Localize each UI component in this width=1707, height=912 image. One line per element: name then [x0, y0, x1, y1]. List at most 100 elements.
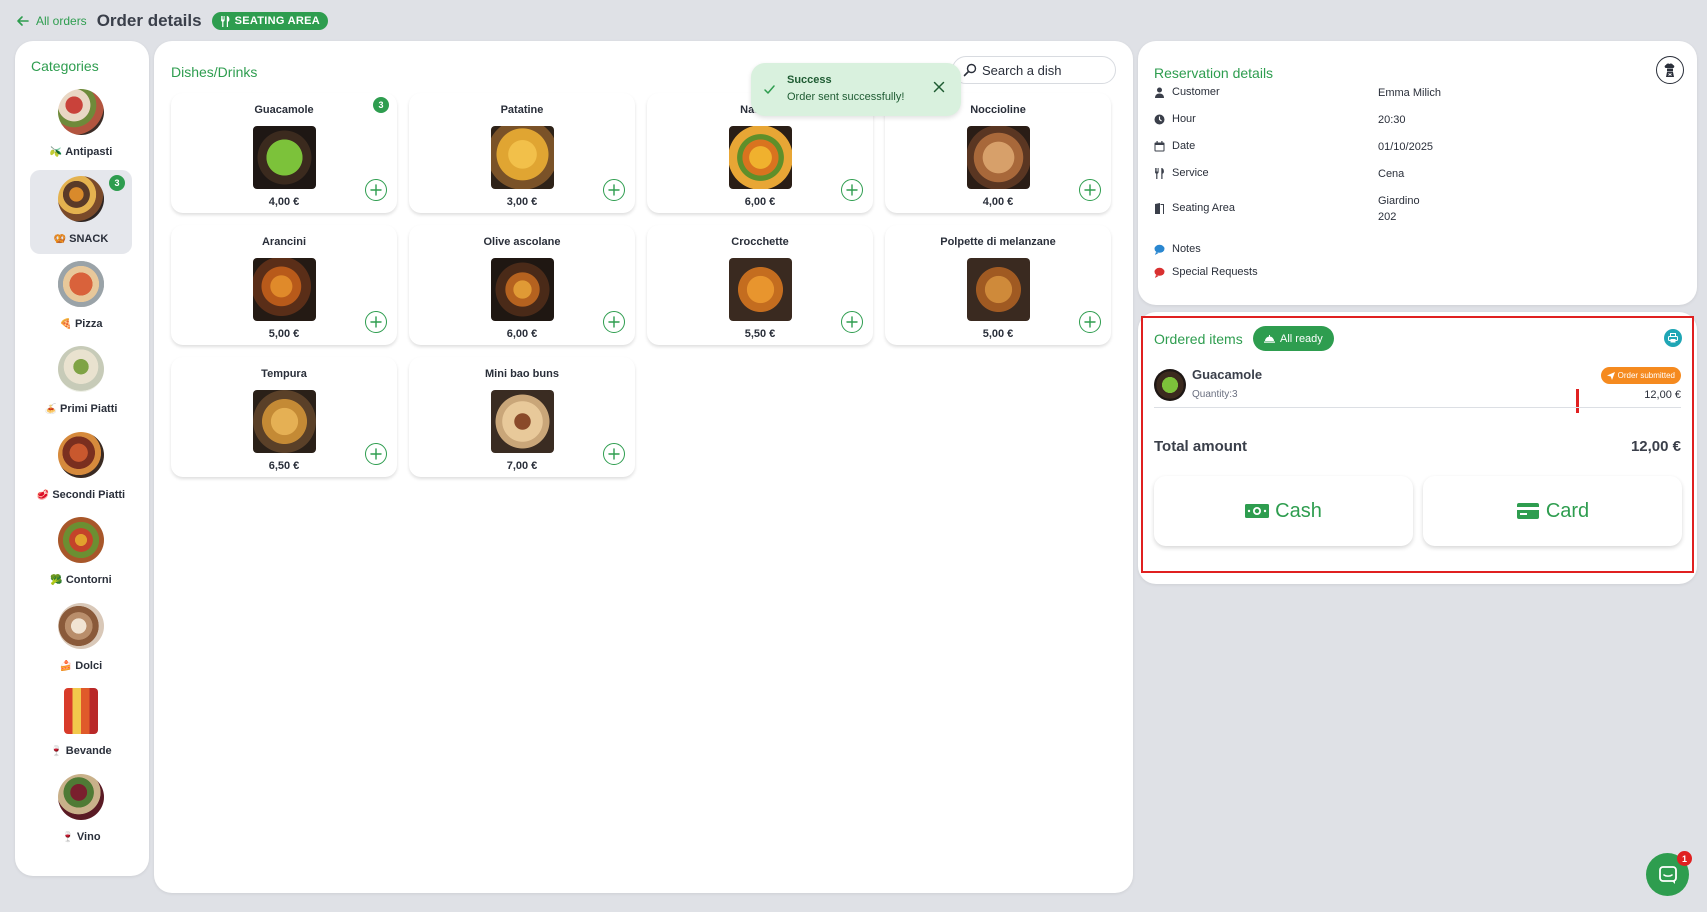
- reservation-value-date: 01/10/2025: [1378, 141, 1434, 153]
- add-dish-button[interactable]: [1079, 311, 1101, 333]
- dish-card-arancini[interactable]: Arancini 5,00 €: [171, 225, 397, 345]
- dish-card-patatine[interactable]: Patatine 3,00 €: [409, 93, 635, 213]
- ordered-items-panel: Ordered items All ready Guacamole Quanti…: [1138, 312, 1697, 584]
- comment-icon: [1154, 267, 1165, 278]
- order-item-price: 12,00 €: [1644, 389, 1681, 401]
- plus-icon: [370, 184, 382, 196]
- reservation-label: Service: [1172, 167, 1209, 179]
- reservation-title: Reservation details: [1154, 65, 1274, 81]
- plus-icon: [846, 184, 858, 196]
- add-dish-button[interactable]: [841, 179, 863, 201]
- dish-image: [253, 126, 316, 189]
- category-image: [58, 176, 104, 222]
- ordered-items-title: Ordered items: [1154, 331, 1243, 347]
- dish-name: Guacamole: [254, 104, 314, 116]
- comment-icon: [1154, 244, 1165, 255]
- dish-card-polpette-di-melanzane[interactable]: Polpette di melanzane 5,00 €: [885, 225, 1111, 345]
- dish-name: Olive ascolane: [483, 236, 561, 248]
- reservation-row-service: Service: [1154, 167, 1209, 179]
- category-image: [64, 688, 98, 734]
- category-contorni[interactable]: 🥦 Contorni: [30, 511, 132, 595]
- add-dish-button[interactable]: [603, 179, 625, 201]
- category-label: Contorni: [65, 574, 112, 586]
- category-image: [58, 603, 104, 649]
- dish-image: [967, 126, 1030, 189]
- cash-icon: [1245, 504, 1270, 518]
- all-ready-button[interactable]: All ready: [1253, 326, 1334, 351]
- meat-icon: 🥩: [36, 489, 50, 501]
- dish-card-mini-bao-buns[interactable]: Mini bao buns 7,00 €: [409, 357, 635, 477]
- add-dish-button[interactable]: [603, 311, 625, 333]
- dish-card-tempura[interactable]: Tempura 6,50 €: [171, 357, 397, 477]
- reservation-label: Special Requests: [1172, 266, 1258, 278]
- category-bevande[interactable]: 🍷 Bevande: [30, 682, 132, 766]
- search-box[interactable]: [952, 56, 1116, 84]
- pizza-icon: 🍕: [59, 318, 72, 330]
- reservation-value-service: Cena: [1378, 168, 1405, 180]
- dish-name: Mini bao buns: [485, 368, 559, 380]
- add-dish-button[interactable]: [365, 311, 387, 333]
- cash-button[interactable]: Cash: [1154, 476, 1413, 546]
- dish-count-badge: 3: [373, 97, 389, 113]
- order-item-quantity: Quantity:3: [1192, 389, 1238, 400]
- chef-icon[interactable]: [1656, 56, 1684, 84]
- cash-label: Cash: [1275, 499, 1322, 522]
- reservation-row-special-requests: Special Requests: [1154, 266, 1258, 278]
- dish-card-olive-ascolane[interactable]: Olive ascolane 6,00 €: [409, 225, 635, 345]
- dish-name: Tempura: [261, 368, 307, 380]
- print-icon[interactable]: [1664, 329, 1682, 347]
- dish-price: 4,00 €: [268, 196, 300, 208]
- card-label: Card: [1545, 499, 1590, 522]
- dish-price: 6,00 €: [506, 328, 538, 340]
- broccoli-icon: 🥦: [50, 574, 63, 586]
- plus-icon: [370, 316, 382, 328]
- drink-icon: 🍷: [50, 745, 63, 757]
- dish-image: [491, 390, 554, 453]
- category-secondi-piatti[interactable]: 🥩 Secondi Piatti: [30, 426, 132, 510]
- page-header: All orders Order details SEATING AREA: [16, 10, 329, 32]
- category-snack[interactable]: 3 🥨 SNACK: [30, 170, 132, 254]
- category-dolci[interactable]: 🍰 Dolci: [30, 597, 132, 681]
- close-icon[interactable]: [933, 81, 945, 93]
- page-title: Order details: [96, 11, 202, 30]
- dish-card-crocchette[interactable]: Crocchette 5,50 €: [647, 225, 873, 345]
- paper-plane-icon: [1606, 371, 1615, 380]
- category-vino[interactable]: 🍷 Vino: [30, 768, 132, 852]
- category-label: Primi Piatti: [59, 403, 118, 415]
- card-button[interactable]: Card: [1423, 476, 1682, 546]
- reservation-value-customer: Emma Milich: [1378, 87, 1441, 99]
- search-input[interactable]: [982, 62, 1102, 78]
- success-toast: Success Order sent successfully!: [751, 63, 961, 116]
- category-image: [58, 346, 104, 392]
- category-pizza[interactable]: 🍕 Pizza: [30, 255, 132, 339]
- category-label: Vino: [76, 831, 101, 843]
- dish-card-guacamole[interactable]: Guacamole 3 4,00 €: [171, 93, 397, 213]
- plus-icon: [608, 448, 620, 460]
- add-dish-button[interactable]: [365, 443, 387, 465]
- dish-price: 5,50 €: [744, 328, 776, 340]
- category-primi-piatti[interactable]: 🍝 Primi Piatti: [30, 340, 132, 424]
- reservation-label: Notes: [1172, 243, 1201, 255]
- toast-title: Success: [787, 74, 832, 86]
- chat-button[interactable]: 1: [1646, 851, 1692, 896]
- pretzel-icon: 🥨: [53, 233, 67, 245]
- add-dish-button[interactable]: [841, 311, 863, 333]
- category-count-badge: 3: [109, 175, 125, 191]
- seating-area-table: 202: [1378, 211, 1397, 223]
- order-item-name: Guacamole: [1192, 367, 1263, 382]
- dish-image: [967, 258, 1030, 321]
- add-dish-button[interactable]: [603, 443, 625, 465]
- category-label: Bevande: [65, 745, 112, 757]
- olive-icon: 🫒: [49, 146, 63, 158]
- seating-area-badge: SEATING AREA: [211, 12, 329, 30]
- plus-icon: [608, 184, 620, 196]
- dish-image: [253, 258, 316, 321]
- category-antipasti[interactable]: 🫒 Antipasti: [30, 83, 132, 167]
- back-to-orders-link[interactable]: All orders: [16, 14, 87, 28]
- dish-name: Patatine: [500, 104, 544, 116]
- check-icon: [764, 85, 775, 94]
- add-dish-button[interactable]: [365, 179, 387, 201]
- add-dish-button[interactable]: [1079, 179, 1101, 201]
- plus-icon: [846, 316, 858, 328]
- dish-name: Arancini: [261, 236, 306, 248]
